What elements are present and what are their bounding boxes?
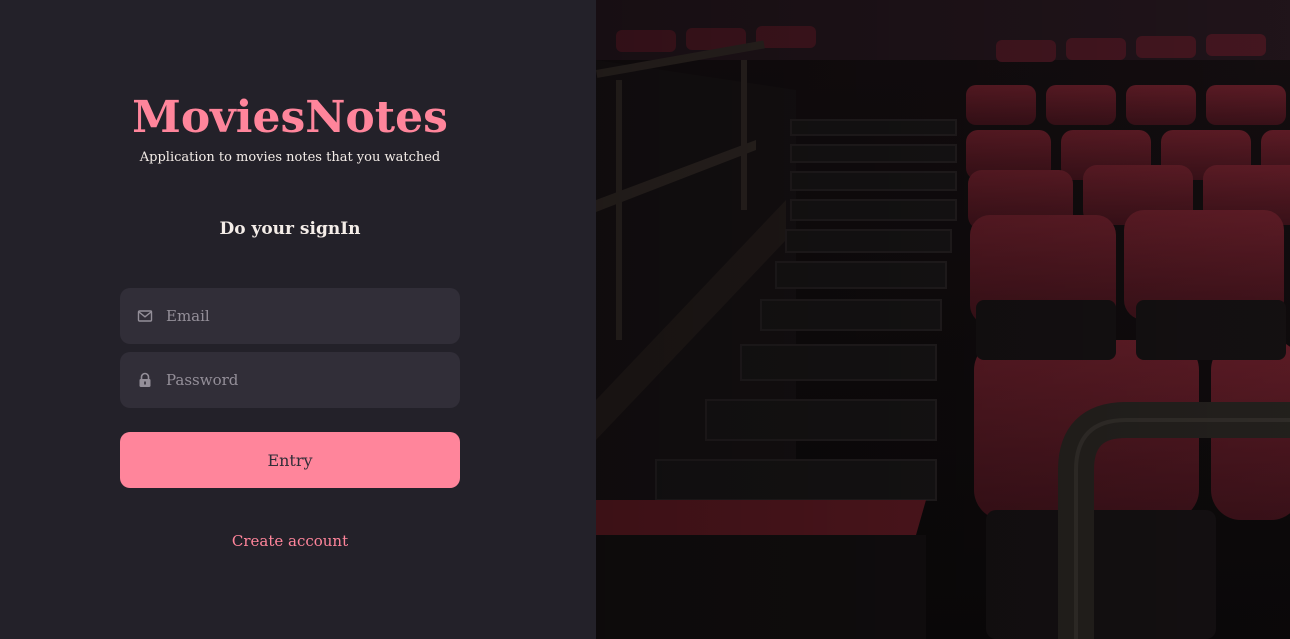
entry-button[interactable]: Entry [120,432,460,488]
signin-heading: Do your signIn [219,219,361,239]
mail-icon [136,307,154,325]
email-field[interactable] [120,288,460,344]
lock-icon [136,371,154,389]
create-account-link[interactable]: Create account [120,531,460,551]
app-title: MoviesNotes [132,92,448,143]
theater-background-image [596,0,1290,639]
theater-illustration [596,0,1290,639]
signin-page: MoviesNotes Application to movies notes … [0,0,1290,639]
signin-form-panel: MoviesNotes Application to movies notes … [0,0,596,639]
app-subtitle: Application to movies notes that you wat… [139,150,441,165]
password-input[interactable] [166,371,426,389]
email-input[interactable] [166,307,426,325]
password-field[interactable] [120,352,460,408]
